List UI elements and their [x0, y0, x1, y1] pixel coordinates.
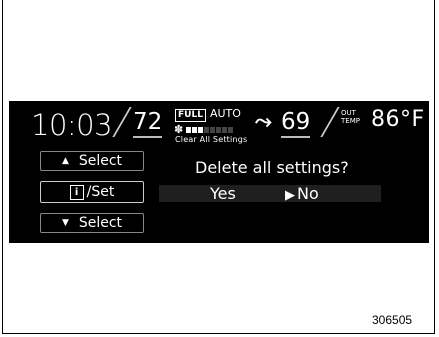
selection-cursor-icon: ▶ [285, 188, 295, 203]
info-icon: i [69, 184, 84, 200]
out-label-line1: OUT [341, 109, 356, 117]
up-arrow-icon: ▲ [61, 156, 69, 166]
no-option[interactable]: ▶ No [285, 184, 319, 203]
fan-level-bar [186, 126, 234, 133]
figure-number: 306505 [372, 313, 413, 327]
options-highlight [159, 185, 381, 202]
status-bar: 10:03 72 FULL AUTO ✽ Clear All Settings ⤳… [9, 101, 429, 147]
driver-temp-display[interactable]: 72 [133, 109, 163, 138]
info-set-button[interactable]: i /Set [40, 181, 144, 203]
yes-option[interactable]: Yes [210, 184, 236, 203]
mode-indicator: FULL AUTO [175, 107, 241, 122]
fan-level-segment [210, 126, 216, 133]
outside-temp: 86°F [371, 107, 425, 132]
clock: 10:03 [31, 108, 113, 142]
screen-title: Clear All Settings [175, 135, 248, 144]
no-label: No [297, 184, 319, 203]
passenger-temp-display[interactable]: 69 [281, 109, 311, 138]
out-temp-label: OUT TEMP [341, 109, 360, 125]
out-label-line2: TEMP [341, 117, 360, 125]
passenger-temp: 69 [281, 109, 311, 138]
divider [320, 107, 340, 137]
down-select-button[interactable]: ▼ Select [40, 213, 144, 233]
up-select-label: Select [78, 153, 123, 169]
climate-display: 10:03 72 FULL AUTO ✽ Clear All Settings ⤳… [9, 101, 429, 243]
airflow-mode-icon: ⤳ [255, 109, 272, 133]
auto-label: AUTO [209, 107, 241, 120]
down-arrow-icon: ▼ [61, 218, 69, 228]
fan-level-segment [216, 126, 222, 133]
up-select-button[interactable]: ▲ Select [40, 151, 144, 171]
fan-level-segment [222, 126, 228, 133]
outside-temp-group: OUT TEMP 86°F [339, 107, 429, 135]
fan-level-segment [198, 126, 204, 133]
info-set-label: /Set [86, 184, 115, 200]
down-select-label: Select [78, 215, 123, 231]
fan-level-segment [204, 126, 210, 133]
fan-level-segment [228, 126, 234, 133]
divider [112, 107, 132, 137]
dialog-question: Delete all settings? [195, 158, 349, 177]
fan-level-segment [186, 126, 192, 133]
driver-temp: 72 [133, 109, 163, 138]
full-badge: FULL [175, 109, 206, 122]
fan-level-segment [192, 126, 198, 133]
